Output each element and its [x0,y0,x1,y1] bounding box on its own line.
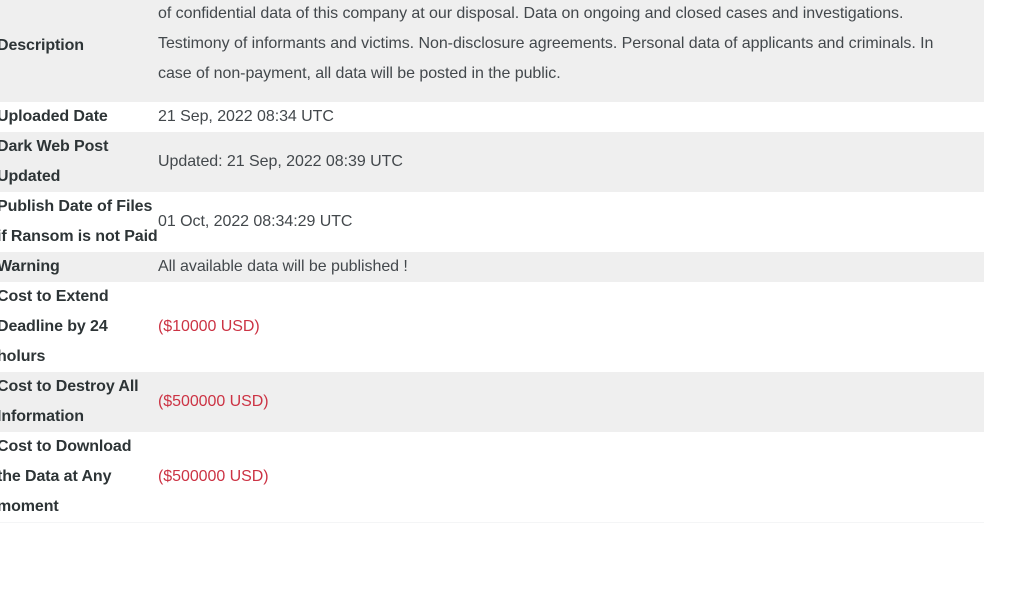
row-label: Warning [0,258,60,275]
table-bottom-divider [0,522,984,523]
table-row: Publish Date of Files if Ransom is not P… [0,192,984,252]
row-label: Cost to Destroy All Information [0,378,139,425]
ransom-amount: ($500000 USD) [158,393,269,410]
row-value: ($500000 USD) [158,432,984,522]
table-row: Description of confidential data of this … [0,0,984,102]
row-label: Publish Date of Files if Ransom is not P… [0,198,158,245]
row-label: Dark Web Post Updated [0,138,109,185]
ransom-amount: ($10000 USD) [158,318,260,335]
table-row: Dark Web Post Updated Updated: 21 Sep, 20… [0,132,984,192]
detail-table-body: Description of confidential data of this … [0,0,984,522]
row-value: ($500000 USD) [158,372,984,432]
row-value: 01 Oct, 2022 08:34:29 UTC [158,213,353,230]
row-label: Cost to Extend Deadline by 24 holurs [0,288,109,365]
row-value: Updated: 21 Sep, 2022 08:39 UTC [158,153,403,170]
row-value: of confidential data of this company at … [158,5,934,82]
victim-detail-table: Description of confidential data of this … [0,0,984,522]
table-row: Cost to Destroy All Information ($500000… [0,372,984,432]
row-value: All available data will be published ! [158,258,408,275]
ransom-amount: ($500000 USD) [158,468,269,485]
row-label: Cost to Download the Data at Any moment [0,438,132,515]
row-label: Description [0,37,84,54]
row-value: 21 Sep, 2022 08:34 UTC [158,108,334,125]
row-value: ($10000 USD) [158,282,984,372]
table-row: Cost to Extend Deadline by 24 holurs ($1… [0,282,984,372]
scrolled-page-viewport: Description of confidential data of this … [0,0,1024,523]
table-row: Uploaded Date 21 Sep, 2022 08:34 UTC [0,102,984,132]
row-label: Uploaded Date [0,108,108,125]
table-row: Cost to Download the Data at Any moment … [0,432,984,522]
table-row: Warning All available data will be publis… [0,252,984,282]
